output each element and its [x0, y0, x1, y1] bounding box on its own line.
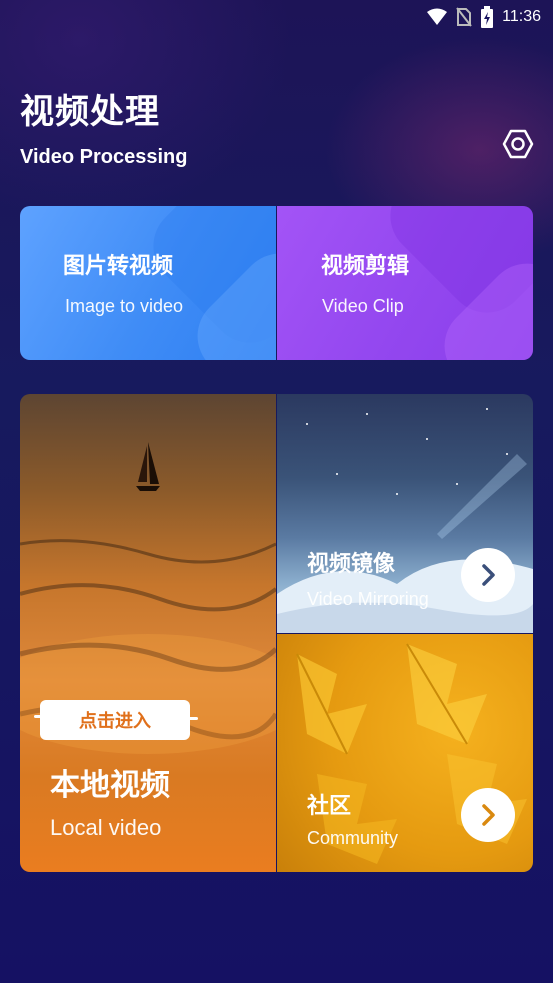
video-mirroring-title: 视频镜像 [307, 552, 396, 577]
video-clip-title: 视频剪辑 [321, 254, 410, 279]
video-mirroring-subtitle: Video Mirroring [307, 589, 429, 609]
enter-button-label: 点击进入 [79, 711, 151, 732]
page-subtitle: Video Processing [20, 146, 188, 168]
video-mirroring-arrow-button[interactable] [461, 548, 515, 602]
battery-charging-icon [481, 6, 494, 28]
local-video-subtitle: Local video [50, 815, 162, 840]
community-title: 社区 [307, 794, 352, 819]
status-time: 11:36 [502, 8, 541, 25]
chevron-right-icon [482, 564, 495, 586]
community-card[interactable]: 社区 Community [277, 634, 533, 872]
page-title: 视频处理 [20, 92, 160, 132]
video-clip-subtitle: Video Clip [322, 296, 404, 316]
community-subtitle: Community [307, 828, 399, 848]
settings-icon [502, 129, 534, 159]
enter-button[interactable]: 点击进入 [40, 700, 190, 740]
community-arrow-button[interactable] [461, 788, 515, 842]
video-mirroring-card[interactable]: 视频镜像 Video Mirroring [277, 394, 533, 633]
image-to-video-subtitle: Image to video [65, 296, 184, 316]
image-to-video-title: 图片转视频 [63, 254, 174, 279]
chevron-right-icon [482, 804, 495, 826]
status-bar: 11:36 [0, 0, 553, 32]
video-clip-card[interactable]: 视频剪辑 Video Clip [277, 206, 533, 360]
wifi-icon [427, 8, 448, 25]
image-to-video-card[interactable]: 图片转视频 Image to video [20, 206, 276, 360]
status-icons: 11:36 [426, 6, 541, 28]
local-video-title: 本地视频 [50, 768, 170, 803]
settings-button[interactable] [502, 128, 534, 160]
no-sim-icon [456, 7, 472, 27]
